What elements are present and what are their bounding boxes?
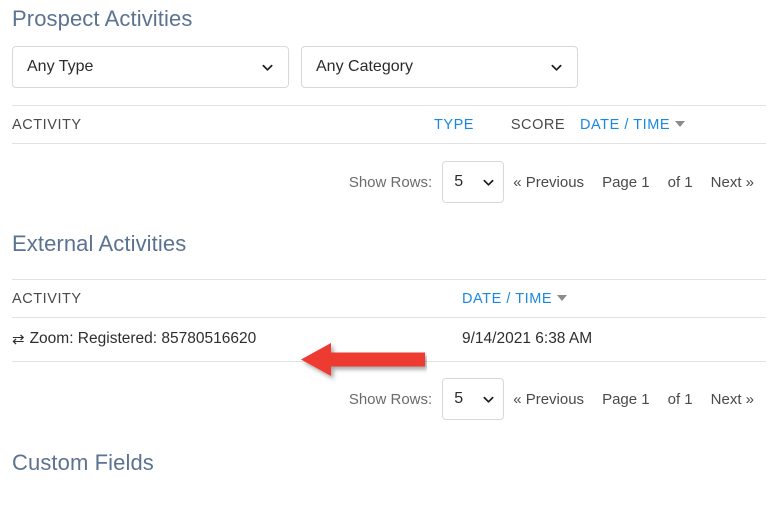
- activities-page: Prospect Activities Any Type Any Categor…: [0, 0, 778, 525]
- chevron-down-icon: [550, 61, 563, 74]
- custom-fields-section: Custom Fields: [12, 420, 766, 474]
- show-rows-label: Show Rows:: [348, 390, 433, 408]
- show-rows-select-value: 5: [454, 173, 464, 190]
- next-page-button[interactable]: Next »: [711, 391, 754, 408]
- external-activity-date-cell: 9/14/2021 6:38 AM: [462, 317, 766, 362]
- sort-descending-caret-icon: [675, 121, 686, 127]
- column-header-date-time-label: DATE / TIME: [462, 291, 553, 307]
- external-activity-label: Zoom: Registered: 85780516620: [29, 330, 257, 347]
- external-activities-table: ACTIVITY DATE / TIME ⇄ Zoom: Registered: …: [12, 279, 766, 362]
- show-rows-select[interactable]: 5: [442, 161, 505, 203]
- chevron-down-icon: [261, 61, 274, 74]
- sort-descending-caret-icon: [557, 295, 568, 301]
- column-header-date-time[interactable]: DATE / TIME: [462, 279, 766, 318]
- prospect-filters: Any Type Any Category: [12, 46, 766, 88]
- current-page-label: Page 1: [602, 390, 650, 408]
- column-header-score: SCORE: [496, 105, 580, 144]
- column-header-date-time[interactable]: DATE / TIME: [580, 105, 766, 144]
- any-category-select-value: Any Category: [316, 58, 413, 75]
- exchange-icon: ⇄: [12, 331, 25, 348]
- external-activities-title: External Activities: [12, 231, 187, 256]
- external-activities-section: External Activities ACTIVITY DATE / TIME…: [12, 203, 766, 420]
- external-activities-body: ⇄ Zoom: Registered: 85780516620 9/14/2021…: [12, 317, 766, 362]
- table-header-row: ACTIVITY TYPE SCORE DATE / TIME: [12, 105, 766, 144]
- prospect-activities-pagination: Show Rows: 5 « Previous Page 1 of 1 Next…: [12, 161, 766, 203]
- column-header-date-time-label: DATE / TIME: [580, 117, 671, 133]
- external-activities-pagination: Show Rows: 5 « Previous Page 1 of 1 Next…: [12, 378, 766, 420]
- any-type-select[interactable]: Any Type: [12, 46, 289, 88]
- total-pages-label: of 1: [667, 173, 693, 191]
- prospect-activities-section: Prospect Activities Any Type Any Categor…: [12, 0, 766, 203]
- previous-page-button[interactable]: « Previous: [513, 391, 584, 408]
- show-rows-label: Show Rows:: [348, 173, 433, 191]
- table-header-row: ACTIVITY DATE / TIME: [12, 279, 766, 318]
- show-rows-select-value: 5: [454, 390, 464, 407]
- prospect-activities-title: Prospect Activities: [12, 6, 193, 31]
- chevron-down-icon: [482, 176, 495, 189]
- total-pages-label: of 1: [667, 390, 693, 408]
- previous-page-button[interactable]: « Previous: [513, 174, 584, 191]
- next-page-button[interactable]: Next »: [711, 174, 754, 191]
- chevron-down-icon: [482, 393, 495, 406]
- custom-fields-title: Custom Fields: [12, 450, 154, 475]
- table-row[interactable]: ⇄ Zoom: Registered: 85780516620 9/14/2021…: [12, 317, 766, 362]
- show-rows-select[interactable]: 5: [442, 378, 505, 420]
- any-category-select[interactable]: Any Category: [301, 46, 578, 88]
- column-header-activity: ACTIVITY: [12, 105, 412, 144]
- current-page-label: Page 1: [602, 173, 650, 191]
- column-header-activity: ACTIVITY: [12, 279, 462, 318]
- any-type-select-value: Any Type: [27, 58, 94, 75]
- prospect-activities-table: ACTIVITY TYPE SCORE DATE / TIME: [12, 105, 766, 144]
- column-header-type[interactable]: TYPE: [412, 105, 496, 144]
- external-activity-cell: ⇄ Zoom: Registered: 85780516620: [12, 317, 462, 362]
